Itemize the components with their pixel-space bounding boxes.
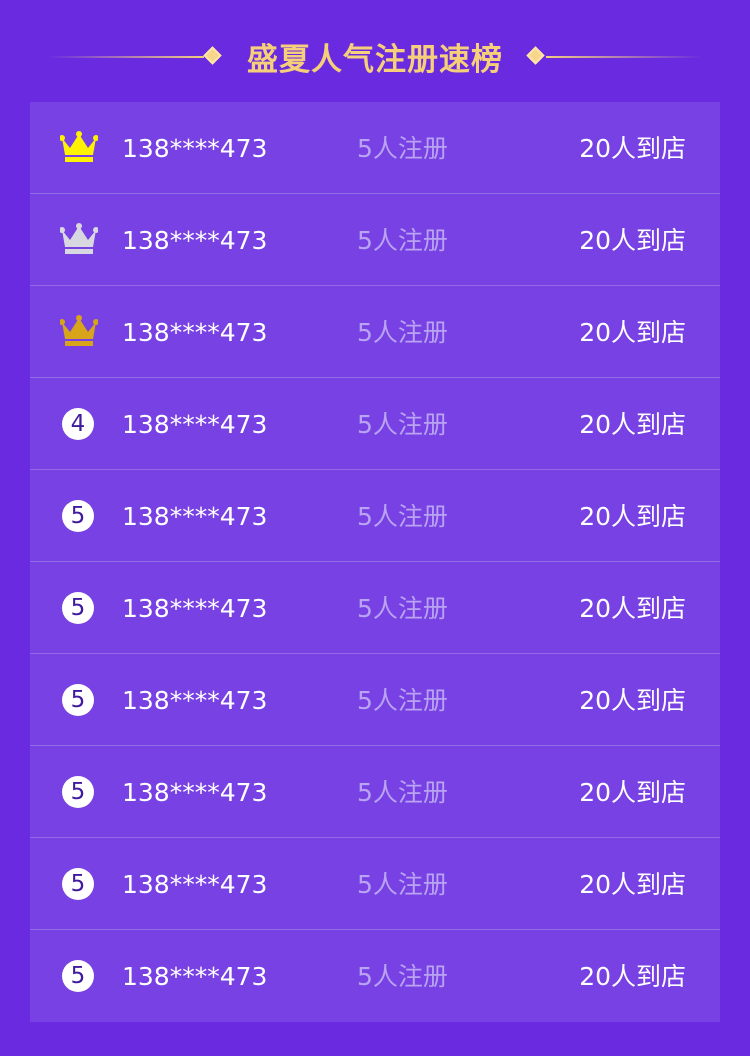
registered-count: 5人注册 [357,594,448,623]
phone-number: 138****473 [122,502,268,531]
leaderboard-row: 5 138****473 5人注册 20人到店 [30,654,720,746]
header-left-line [48,56,204,58]
rank-badge: 5 [62,868,94,900]
visited-count: 20人到店 [579,962,686,991]
rank-badge: 5 [62,592,94,624]
silver-crown-icon [60,222,98,258]
visited-count: 20人到店 [579,870,686,899]
leaderboard-row: 4 138****473 5人注册 20人到店 [30,378,720,470]
phone-number: 138****473 [122,226,268,255]
leaderboard-header: 盛夏人气注册速榜 [0,0,750,102]
leaderboard-row: 138****473 5人注册 20人到店 [30,194,720,286]
leaderboard-row: 5 138****473 5人注册 20人到店 [30,930,720,1022]
leaderboard-row: 5 138****473 5人注册 20人到店 [30,746,720,838]
leaderboard-row: 5 138****473 5人注册 20人到店 [30,838,720,930]
rank-badge: 5 [62,960,94,992]
registered-count: 5人注册 [357,686,448,715]
phone-number: 138****473 [122,594,268,623]
registered-count: 5人注册 [357,778,448,807]
visited-count: 20人到店 [579,410,686,439]
leaderboard-list: 138****473 5人注册 20人到店 138****473 5人注册 20… [30,102,720,1022]
gold-crown-icon [60,130,98,166]
visited-count: 20人到店 [579,226,686,255]
leaderboard-row: 138****473 5人注册 20人到店 [30,286,720,378]
header-right-line [546,56,702,58]
phone-number: 138****473 [122,870,268,899]
bronze-crown-icon [60,314,98,350]
visited-count: 20人到店 [579,318,686,347]
visited-count: 20人到店 [579,778,686,807]
diamond-icon [203,46,222,65]
leaderboard-row: 138****473 5人注册 20人到店 [30,102,720,194]
registered-count: 5人注册 [357,410,448,439]
rank-badge: 4 [62,408,94,440]
rank-badge: 5 [62,684,94,716]
phone-number: 138****473 [122,778,268,807]
diamond-icon [526,46,545,65]
phone-number: 138****473 [122,962,268,991]
registered-count: 5人注册 [357,502,448,531]
registered-count: 5人注册 [357,962,448,991]
leaderboard-row: 5 138****473 5人注册 20人到店 [30,562,720,654]
registered-count: 5人注册 [357,870,448,899]
registered-count: 5人注册 [357,134,448,163]
rank-badge: 5 [62,776,94,808]
visited-count: 20人到店 [579,134,686,163]
visited-count: 20人到店 [579,594,686,623]
phone-number: 138****473 [122,686,268,715]
rank-badge: 5 [62,500,94,532]
registered-count: 5人注册 [357,318,448,347]
visited-count: 20人到店 [579,502,686,531]
visited-count: 20人到店 [579,686,686,715]
phone-number: 138****473 [122,134,268,163]
registered-count: 5人注册 [357,226,448,255]
phone-number: 138****473 [122,410,268,439]
leaderboard-row: 5 138****473 5人注册 20人到店 [30,470,720,562]
phone-number: 138****473 [122,318,268,347]
page-title: 盛夏人气注册速榜 [247,42,503,78]
